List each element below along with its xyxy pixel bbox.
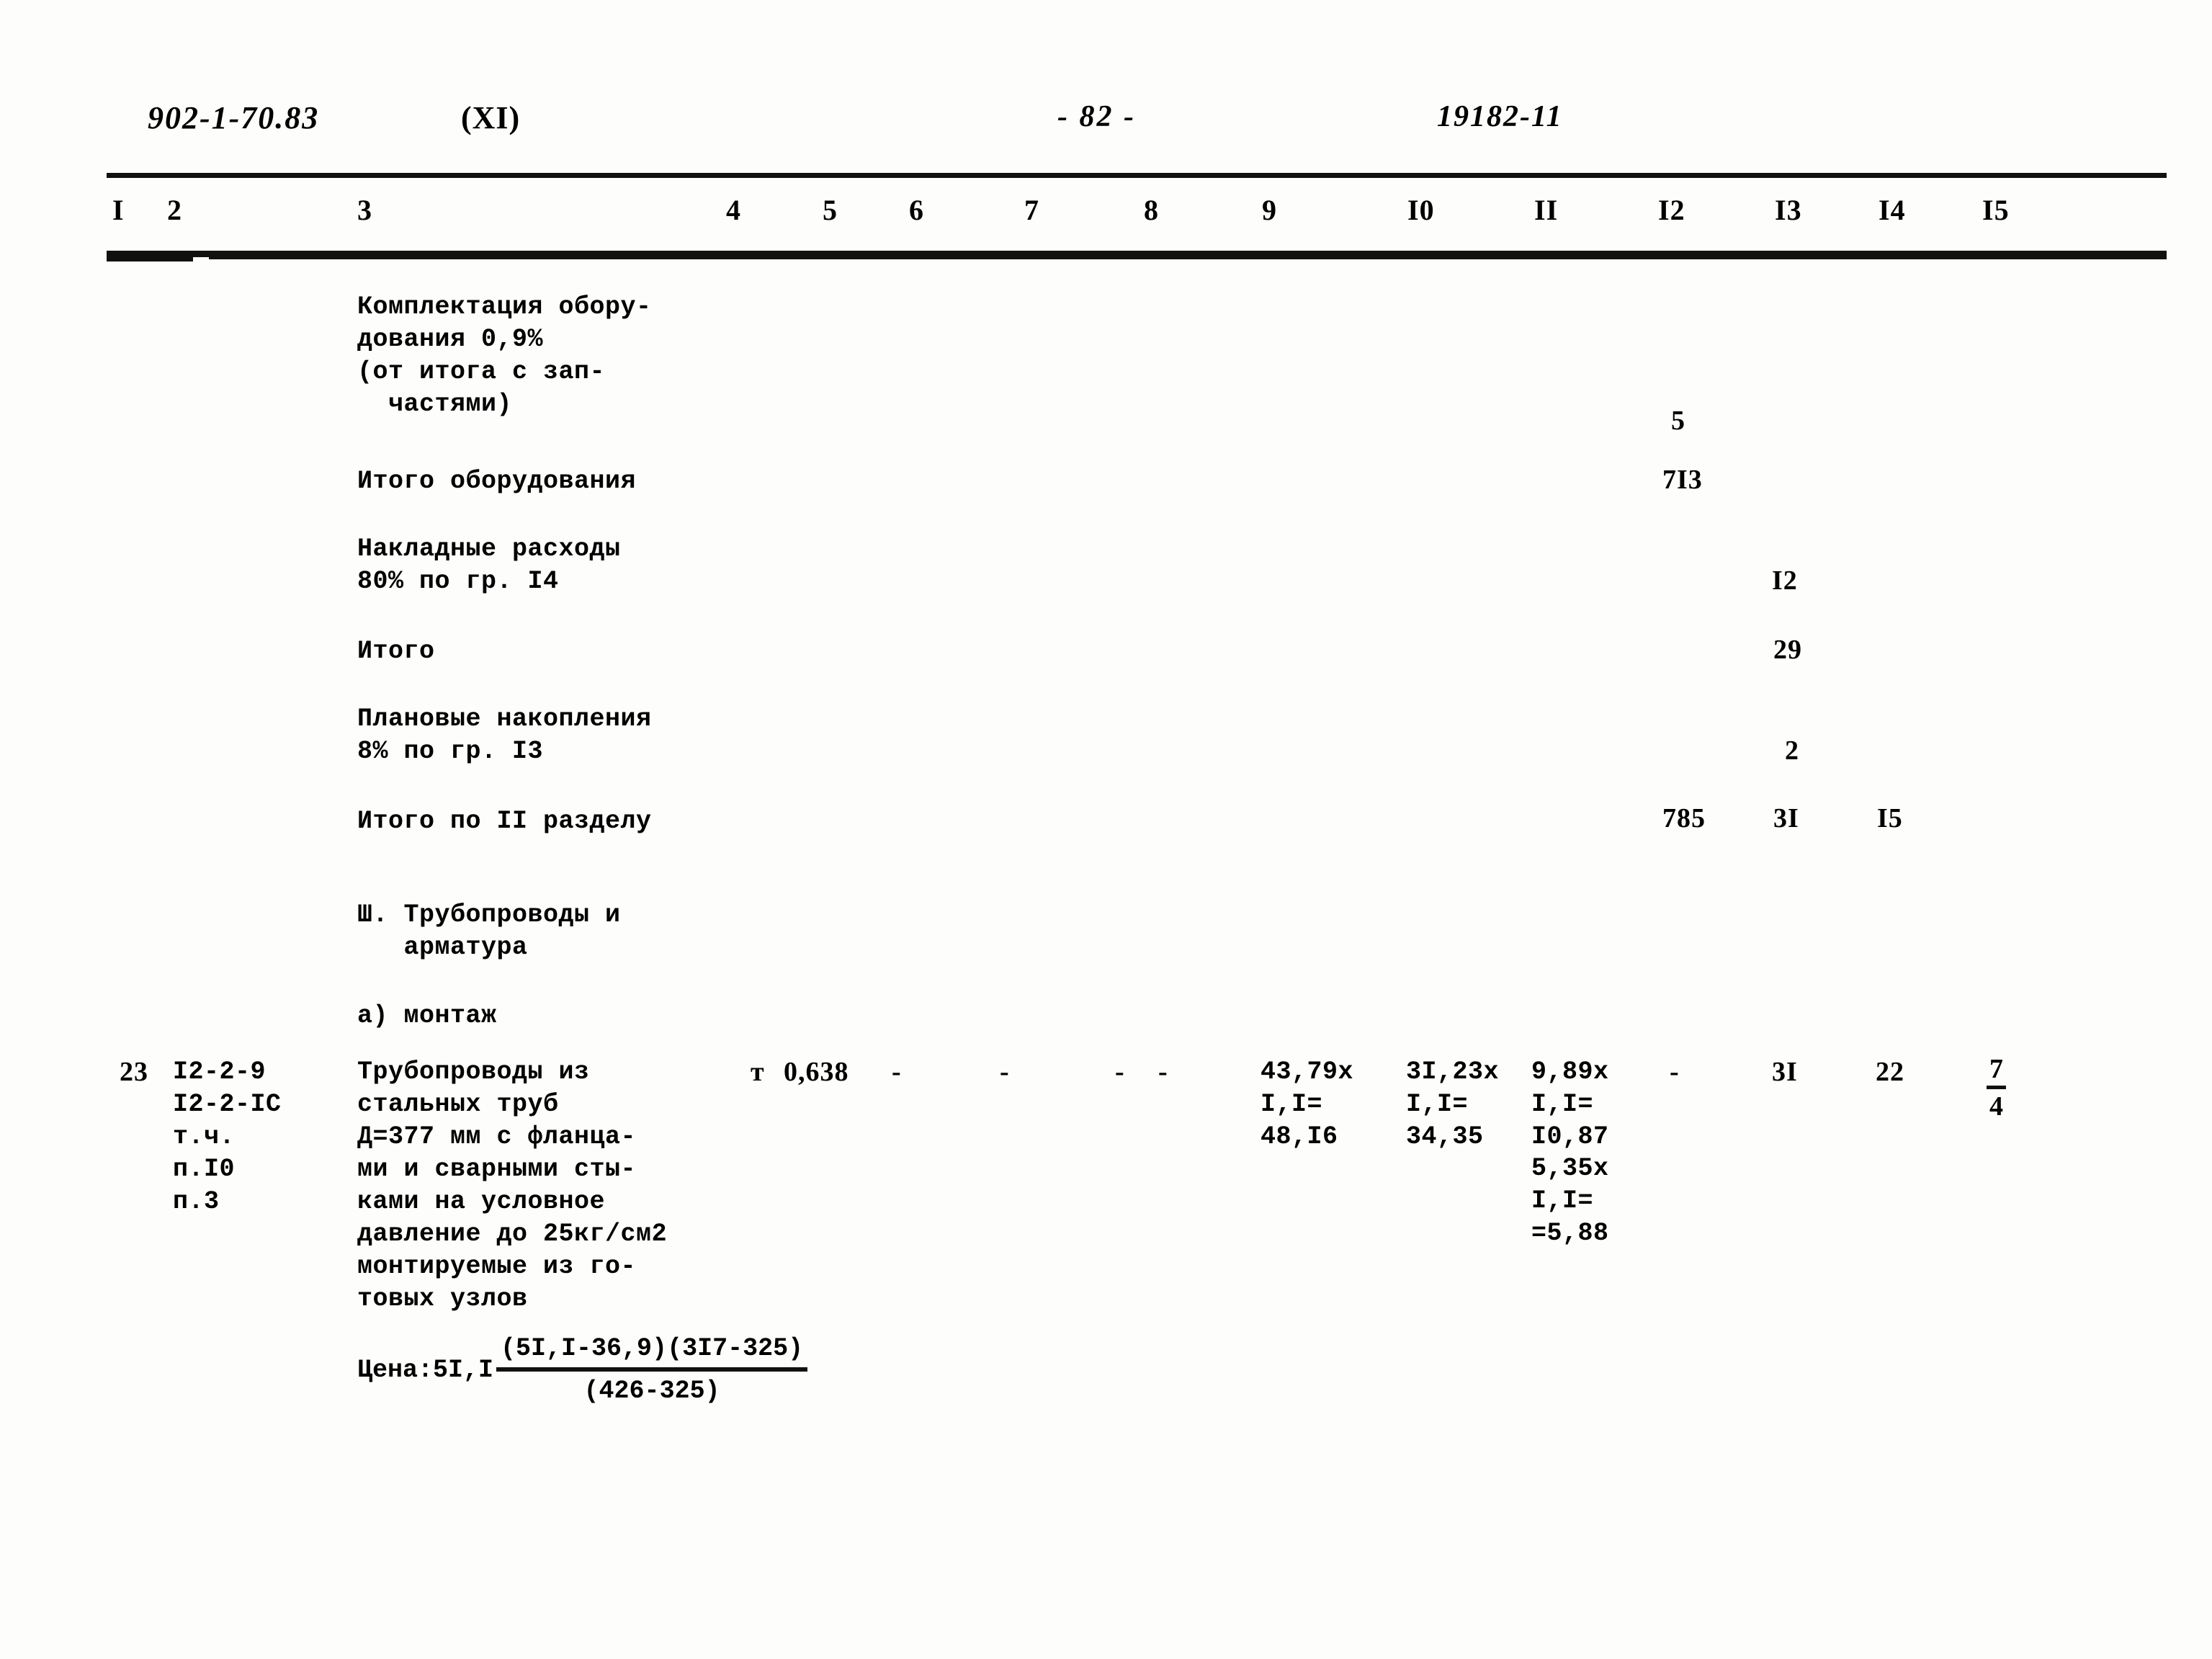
column-header-2: 2 xyxy=(167,194,182,226)
work-row-col2-norm-code: I2-2-9 I2-2-IC т.ч. п.I0 п.3 xyxy=(173,1057,282,1216)
row-itogo-oborudovaniya-col12: 7I3 xyxy=(1662,465,1703,495)
document-code: 902-1-70.83 xyxy=(148,100,320,135)
work-row-col13: 3I xyxy=(1772,1057,1798,1087)
row-planovye-nakopleniya-description: Плановые накопления 8% по гр. I3 xyxy=(357,705,652,766)
row-itogo-po-razdelu-col13: 3I xyxy=(1773,803,1799,833)
document-page: 902-1-70.83 (XI) - 82 - 19182-11 I 2 3 4… xyxy=(0,0,2212,1659)
column-header-12: I2 xyxy=(1658,194,1685,226)
price-formula-denominator: (426-325) xyxy=(583,1377,720,1405)
page-number: - 82 - xyxy=(1057,100,1136,133)
row-nakladnye-raskhody-description: Накладные расходы 80% по гр. I4 xyxy=(357,535,621,596)
work-row-col12: - xyxy=(1670,1057,1680,1087)
price-formula-numerator: (5I,I-36,9)(3I7-325) xyxy=(496,1331,808,1372)
table-rule-stub-right xyxy=(209,255,2167,259)
column-header-4: 4 xyxy=(726,194,741,226)
column-header-6: 6 xyxy=(909,194,924,226)
row-komplektatsiya-description: Комплектация обору- дования 0,9% (от ито… xyxy=(357,292,652,419)
price-formula: Цена:5I,I (5I,I-36,9)(3I7-325) (426-325) xyxy=(357,1331,808,1408)
price-formula-fraction: (5I,I-36,9)(3I7-325) (426-325) xyxy=(496,1331,808,1408)
work-row-col15-fraction: 7 4 xyxy=(1987,1053,2006,1122)
row-itogo-po-razdelu-description: Итого по II разделу xyxy=(357,807,652,836)
column-header-8: 8 xyxy=(1144,194,1159,226)
work-row-col6: - xyxy=(1000,1057,1010,1087)
column-header-9: 9 xyxy=(1262,194,1277,226)
row-komplektatsiya-col12: 5 xyxy=(1671,406,1685,436)
work-row-col15-denominator: 4 xyxy=(1989,1091,2003,1122)
row-itogo-description: Итого xyxy=(357,637,435,666)
work-row-col5: - xyxy=(892,1057,902,1087)
work-row-col1-position: 23 xyxy=(120,1057,148,1087)
row-itogo-po-razdelu-col14: I5 xyxy=(1877,803,1903,833)
column-header-5: 5 xyxy=(823,194,838,226)
column-header-1: I xyxy=(112,194,125,226)
row-planovye-nakopleniya-col13: 2 xyxy=(1785,735,1799,766)
work-row-col8: - xyxy=(1158,1057,1168,1087)
work-row-col7: - xyxy=(1115,1057,1125,1087)
work-row-col3-description: Трубопроводы из стальных труб Д=377 мм с… xyxy=(357,1057,668,1313)
section-code: (XI) xyxy=(461,100,521,135)
row-itogo-oborudovaniya-description: Итого оборудования xyxy=(357,467,637,496)
price-formula-label: Цена:5I,I xyxy=(357,1355,494,1385)
work-row-col14: 22 xyxy=(1876,1057,1904,1087)
table-rule-stub-left xyxy=(107,256,193,261)
column-header-11: II xyxy=(1534,194,1559,226)
row-itogo-col13: 29 xyxy=(1773,635,1802,665)
table-top-rule xyxy=(107,173,2167,178)
work-row-col11-calculation-lower: 5,35х I,I= =5,88 xyxy=(1531,1154,1609,1248)
work-row-col15-numerator: 7 xyxy=(1987,1053,2006,1089)
column-header-7: 7 xyxy=(1024,194,1039,226)
row-itogo-po-razdelu-col12: 785 xyxy=(1662,803,1706,833)
work-row-col11-calculation-upper: 9,89х I,I= I0,87 xyxy=(1531,1057,1609,1151)
work-row-col4-quantity: 0,638 xyxy=(784,1057,849,1087)
column-header-14: I4 xyxy=(1879,194,1906,226)
column-header-13: I3 xyxy=(1775,194,1802,226)
section-heading-pipelines: Ш. Трубопроводы и арматура xyxy=(357,900,621,962)
column-header-10: I0 xyxy=(1407,194,1435,226)
subsection-heading-montazh: а) монтаж xyxy=(357,1001,497,1030)
work-row-col4-unit: т xyxy=(751,1057,765,1087)
column-header-3: 3 xyxy=(357,194,372,226)
row-nakladnye-raskhody-col13: I2 xyxy=(1772,565,1798,596)
document-stamp: 19182-11 xyxy=(1437,100,1563,133)
work-row-col10-calculation: 3I,23х I,I= 34,35 xyxy=(1406,1057,1500,1151)
column-header-15: I5 xyxy=(1982,194,2010,226)
work-row-col9-calculation: 43,79х I,I= 48,I6 xyxy=(1261,1057,1354,1151)
